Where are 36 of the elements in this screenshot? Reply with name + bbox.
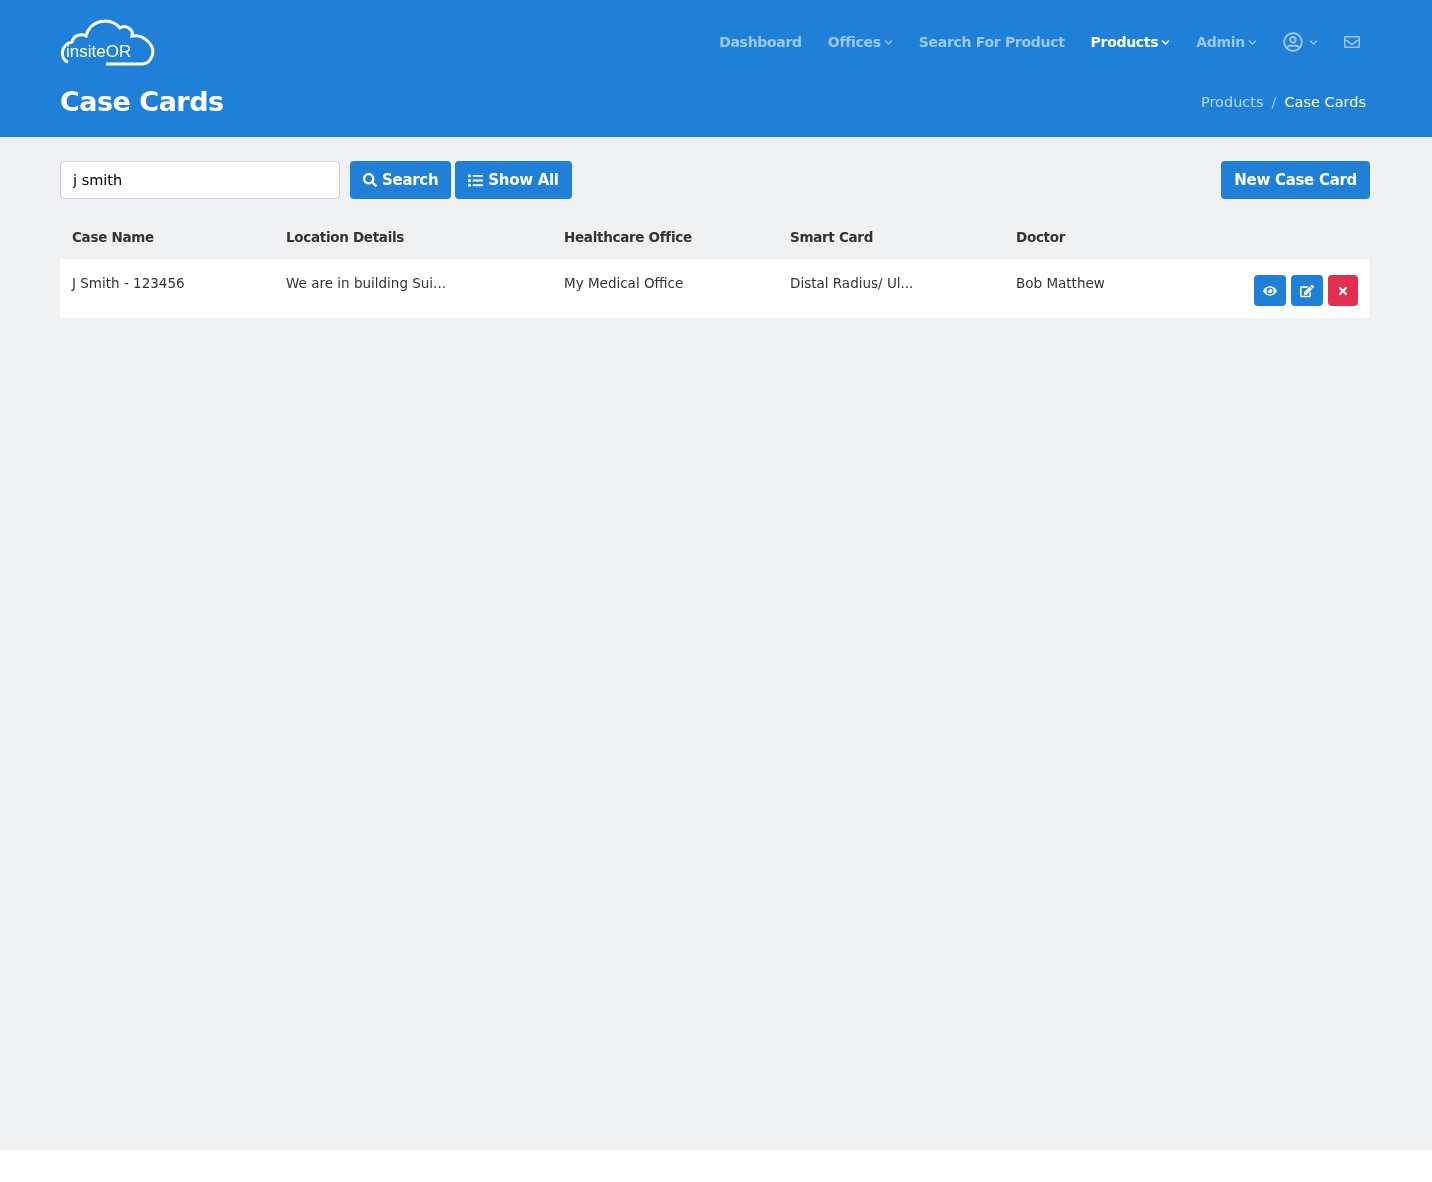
chevron-down-icon[interactable] [1309,37,1318,47]
logo[interactable]: insiteOR [60,16,156,68]
close-icon [1337,284,1349,297]
breadcrumb-link[interactable]: Products [1200,93,1264,110]
table-cell: J Smith - 123456 [60,259,274,318]
logo-text: insiteOR [66,42,132,62]
view-button[interactable] [1254,275,1286,306]
search-field[interactable]: j smith [60,161,340,199]
breadcrumb-link[interactable]: Case Cards [1284,93,1366,110]
column-header: Doctor [1015,228,1067,247]
eye-icon [1263,283,1277,298]
edit-button[interactable] [1291,275,1323,306]
nav-link[interactable]: Products [1090,34,1171,50]
show-all-button[interactable]: Show All [455,161,572,199]
table-cell: Distal Radius/ Ul... [778,259,1004,318]
search-icon [363,173,377,187]
nav-link[interactable]: Dashboard [719,34,802,50]
list-icon [468,172,484,188]
column-header: Smart Card [789,228,875,247]
table-cell: We are in building Sui... [274,259,552,318]
edit-icon [1300,283,1314,298]
mail-icon[interactable] [1344,34,1360,50]
nav-link[interactable]: Admin [1196,34,1257,50]
search-button[interactable]: Search [350,161,452,199]
delete-button[interactable] [1328,275,1358,306]
nav-link[interactable]: Offices [827,34,893,50]
column-header: Case Name [71,228,155,247]
column-header: Location Details [285,228,406,247]
new-case-card-button[interactable]: New Case Card [1221,161,1370,199]
table-cell: Bob Matthew [1004,259,1242,318]
page-title: Case Cards [60,86,224,117]
breadcrumb-separator: / [1271,93,1277,110]
user-icon[interactable] [1283,32,1303,52]
column-header: Healthcare Office [563,228,693,247]
table-cell: My Medical Office [552,259,778,318]
nav-link[interactable]: Search For Product [918,34,1065,50]
